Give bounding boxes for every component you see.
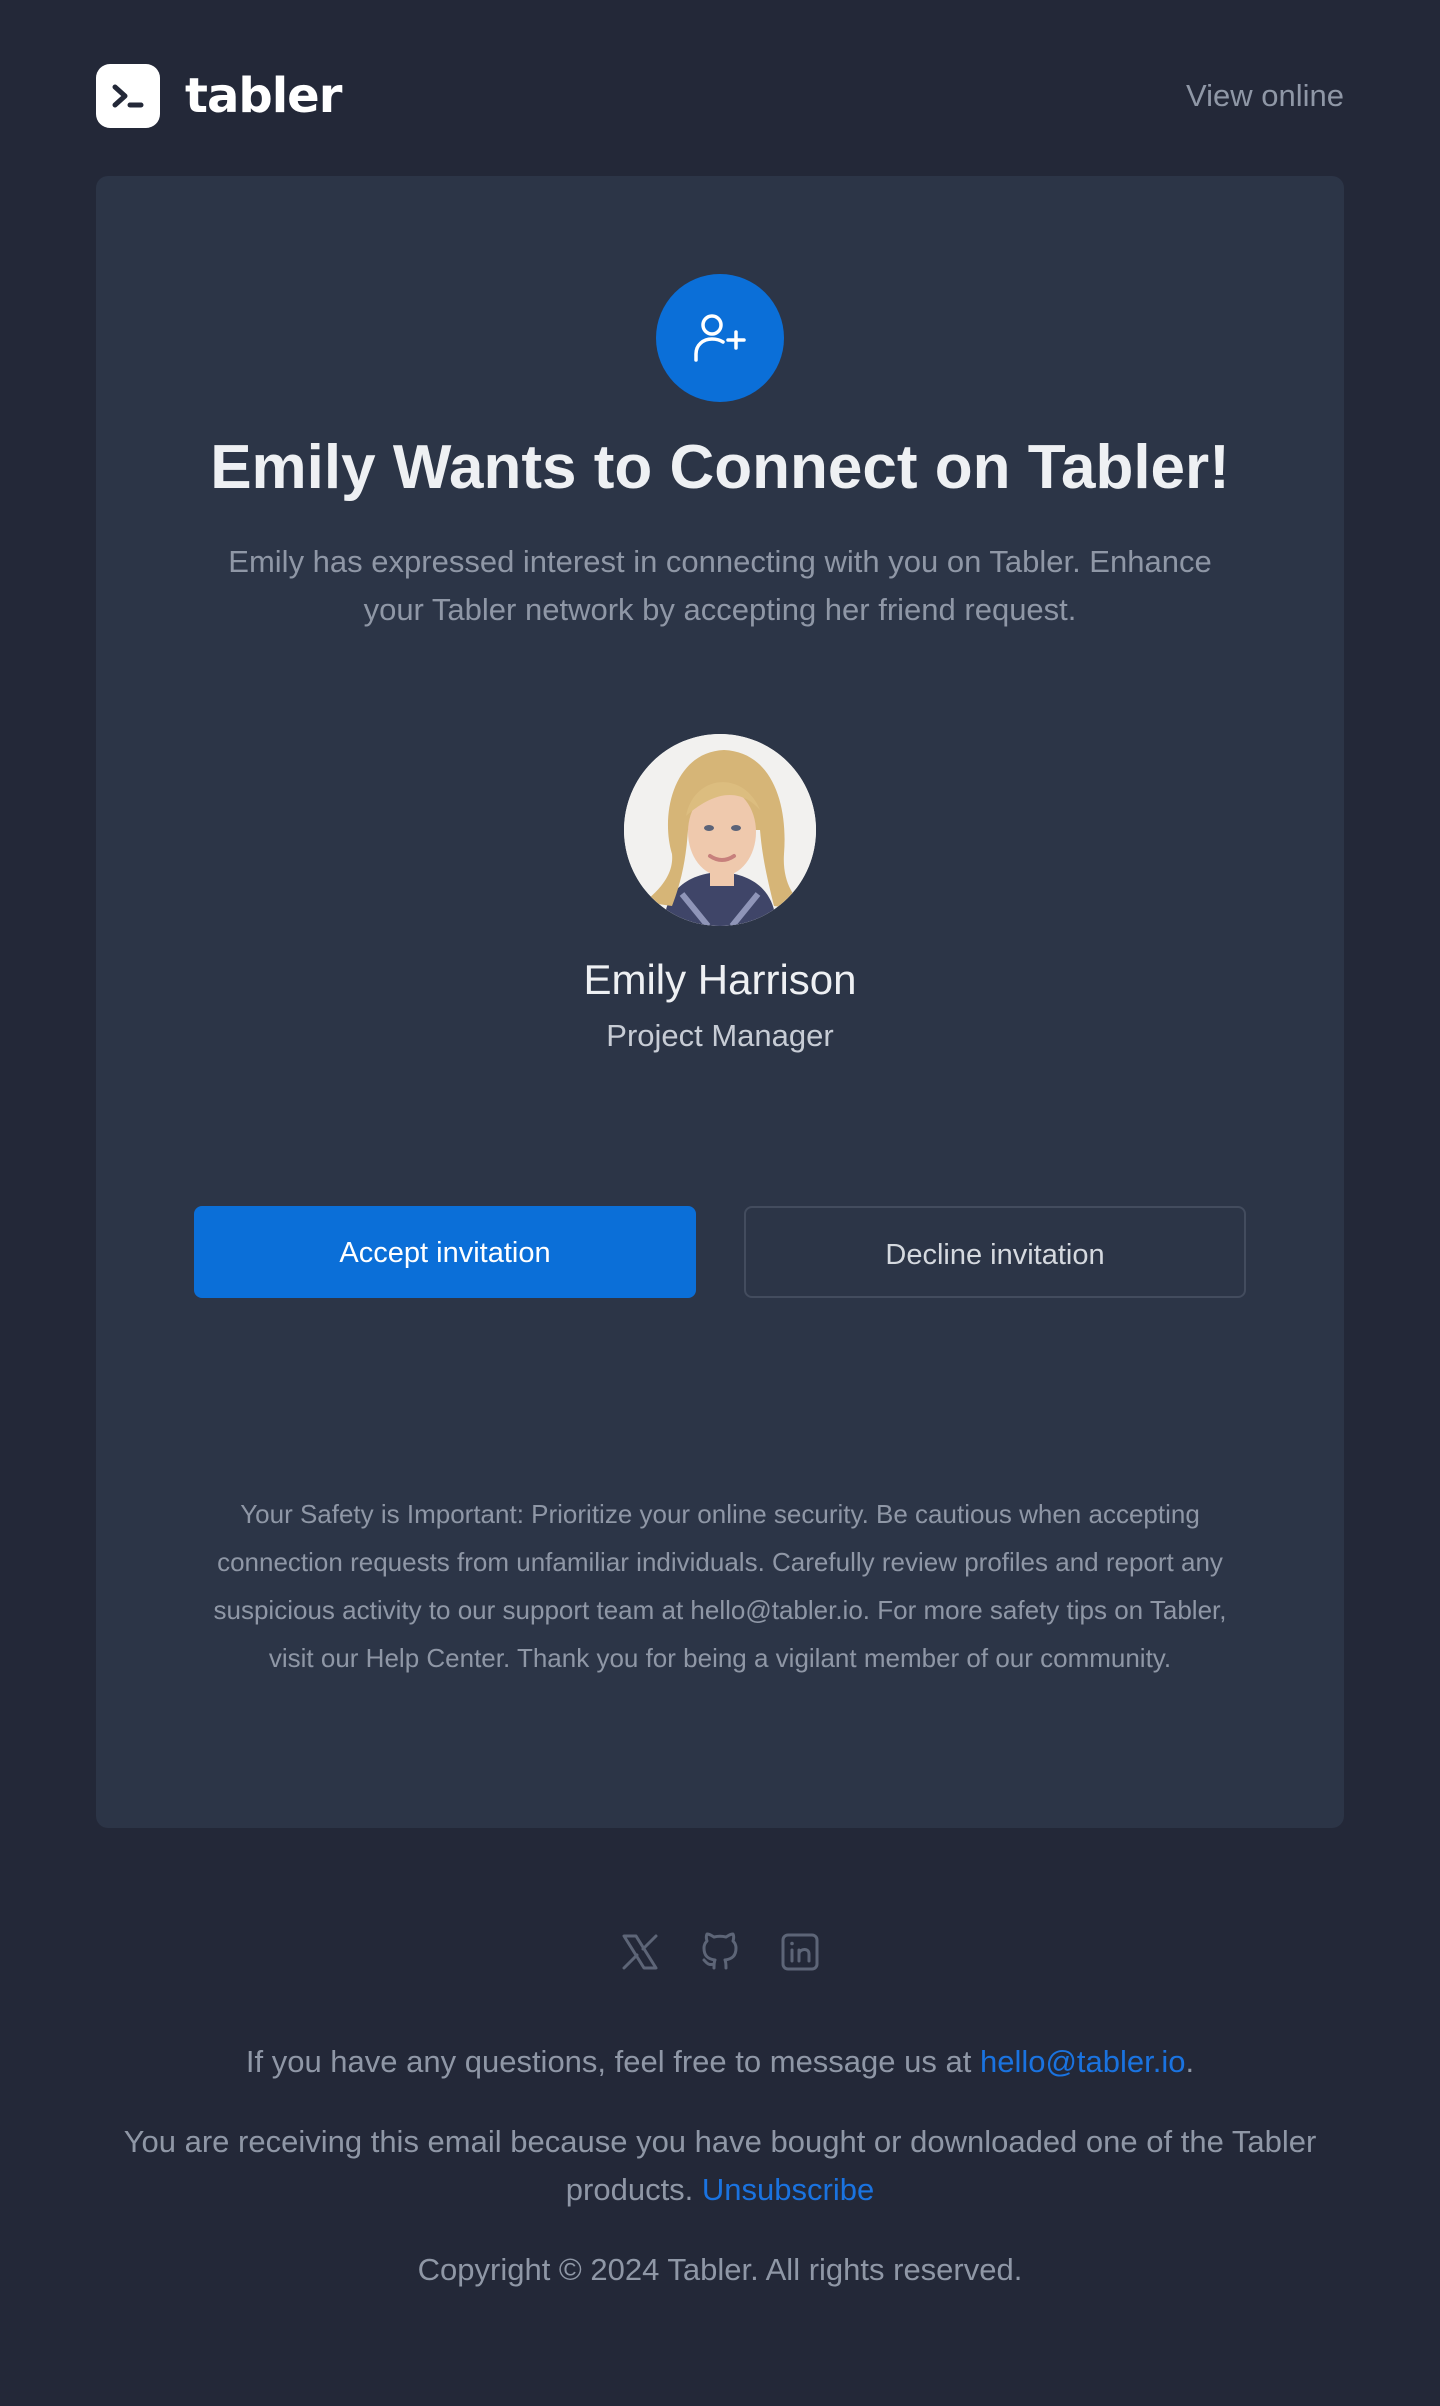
person-role: Project Manager (606, 1018, 834, 1053)
avatar-portrait (624, 734, 816, 926)
user-plus-icon (656, 274, 784, 402)
unsubscribe-link[interactable]: Unsubscribe (702, 2172, 874, 2207)
contact-email-link[interactable]: hello@tabler.io (980, 2044, 1186, 2079)
view-online-link[interactable]: View online (1186, 64, 1344, 128)
x-icon[interactable] (616, 1928, 664, 1976)
copyright: Copyright © 2024 Tabler. All rights rese… (417, 2252, 1023, 2287)
social-links (0, 1928, 1440, 1976)
invitation-card: Emily Wants to Connect on Tabler! Emily … (96, 176, 1344, 1828)
email-title: Emily Wants to Connect on Tabler! (210, 433, 1230, 502)
brand-name: tabler (185, 68, 342, 124)
email-header: tabler View online (96, 64, 1344, 128)
avatar (624, 734, 816, 926)
safety-note: Your Safety is Important: Prioritize you… (213, 1499, 1227, 1673)
intro-text: Emily has expressed interest in connecti… (228, 544, 1212, 627)
tabler-logo-icon (96, 64, 160, 128)
github-icon[interactable] (696, 1928, 744, 1976)
questions-text: If you have any questions, feel free to … (96, 2038, 1344, 2086)
accept-invitation-button[interactable]: Accept invitation (194, 1206, 696, 1298)
tabler-logo[interactable]: tabler (96, 64, 342, 128)
person-name: Emily Harrison (583, 956, 857, 1003)
linkedin-icon[interactable] (776, 1928, 824, 1976)
receiving-notice: You are receiving this email because you… (96, 2118, 1344, 2214)
decline-invitation-button[interactable]: Decline invitation (744, 1206, 1246, 1298)
questions-end: . (1185, 2044, 1195, 2079)
questions-label: If you have any questions, feel free to … (245, 2044, 980, 2079)
